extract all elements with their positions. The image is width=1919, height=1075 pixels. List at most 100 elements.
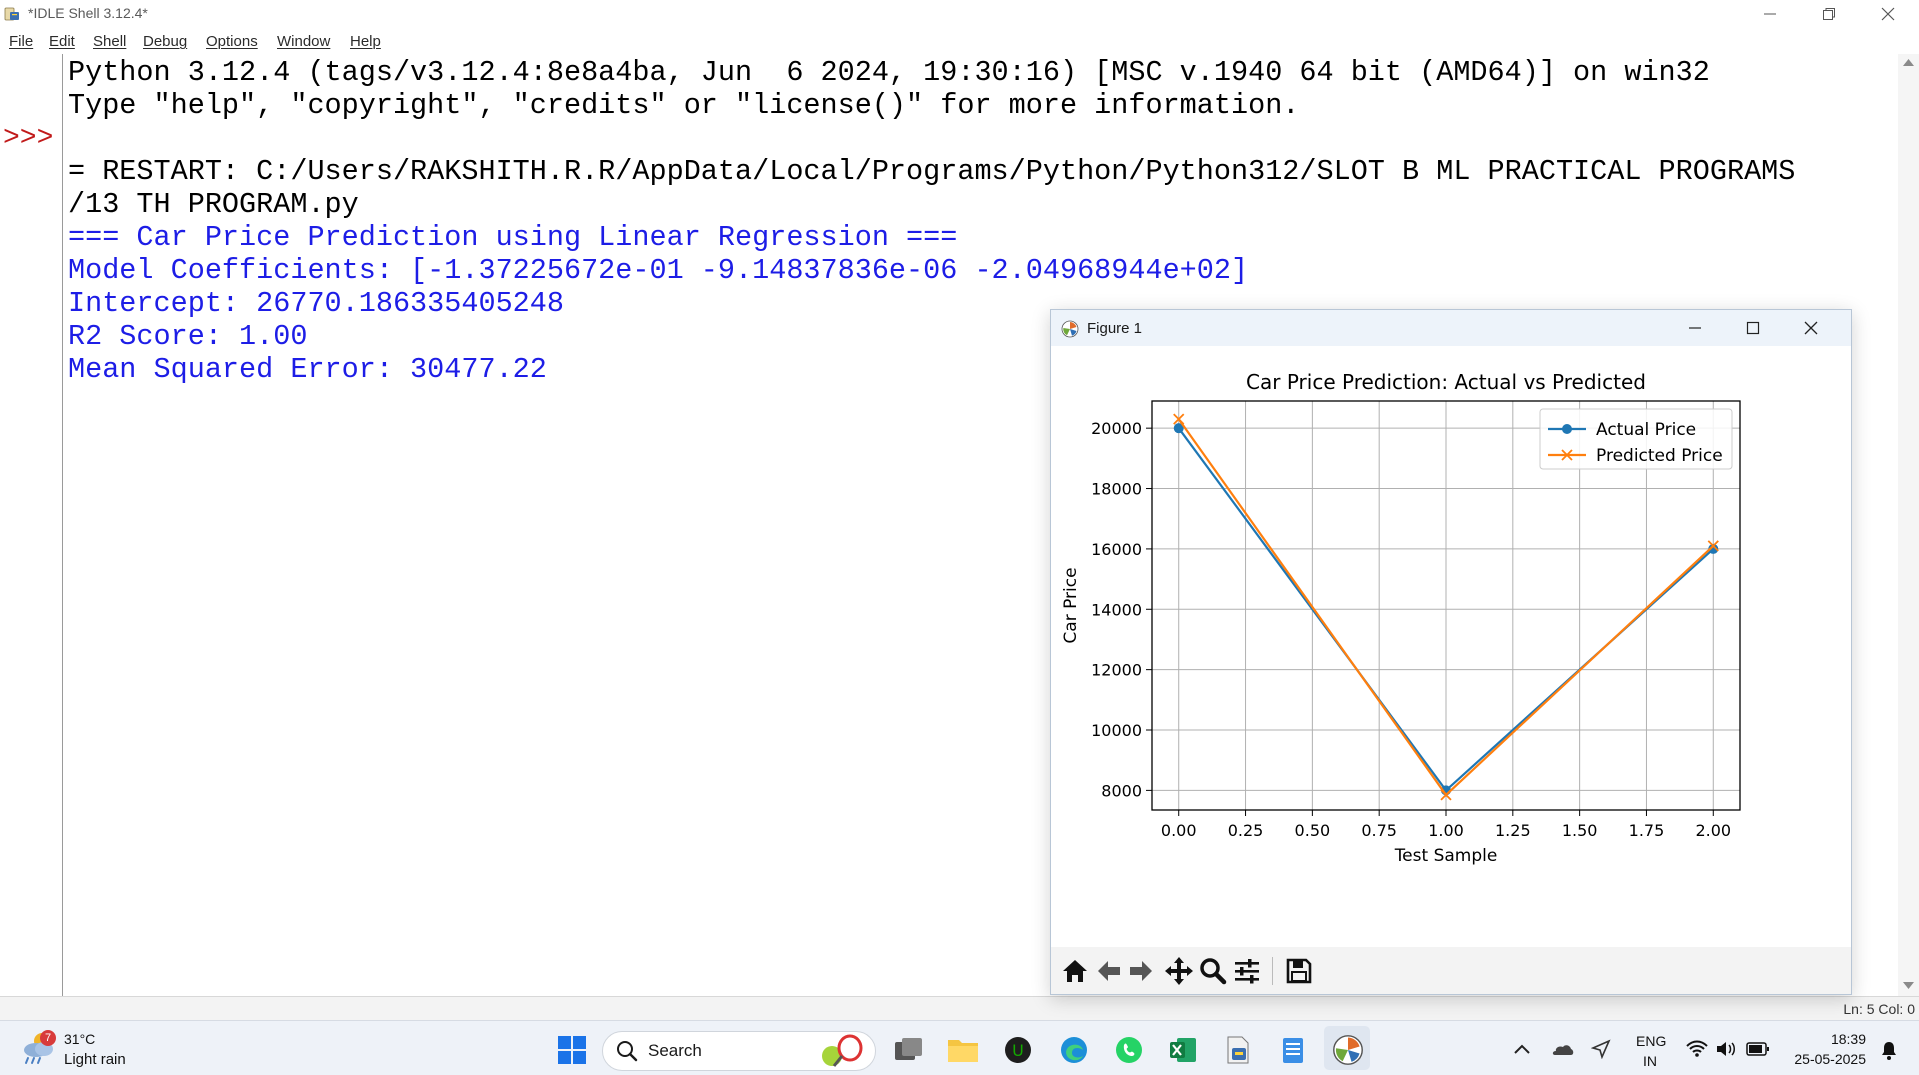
y-tick-label: 10000	[1091, 721, 1142, 740]
figure-maximize-button[interactable]	[1724, 310, 1782, 346]
configure-icon	[1235, 959, 1259, 984]
matplotlib-figure-button[interactable]	[1331, 1033, 1365, 1067]
menubar: File Edit Shell Debug Options Window Hel…	[0, 29, 1919, 53]
language-indicator[interactable]: ENG	[1636, 1033, 1666, 1049]
legend-swatch-marker	[1562, 424, 1572, 434]
x-tick-label: 0.75	[1361, 821, 1397, 840]
wifi-icon[interactable]	[1686, 1040, 1708, 1058]
menu-edit[interactable]: Edit	[49, 33, 75, 50]
forward-button[interactable]	[1125, 955, 1157, 987]
matplotlib-icon	[1333, 1035, 1363, 1065]
close-icon	[1804, 321, 1818, 335]
excel-icon	[1170, 1038, 1196, 1062]
notification-bell-icon[interactable]	[1878, 1039, 1900, 1061]
restore-button[interactable]	[1800, 0, 1858, 28]
menu-shell[interactable]: Shell	[93, 33, 126, 50]
excel-button[interactable]	[1166, 1033, 1200, 1067]
onedrive-icon[interactable]	[1550, 1040, 1574, 1056]
shell-output-line: Intercept: 26770.186335405248	[68, 287, 564, 320]
x-tick-label: 2.00	[1695, 821, 1731, 840]
x-tick-label: 1.50	[1562, 821, 1598, 840]
back-button[interactable]	[1093, 955, 1125, 987]
close-icon	[1881, 7, 1895, 21]
y-tick-label: 8000	[1101, 781, 1142, 800]
whatsapp-icon	[1116, 1037, 1142, 1063]
vertical-scrollbar[interactable]	[1898, 54, 1919, 996]
forward-arrow-icon	[1130, 961, 1152, 981]
keyboard-layout-indicator[interactable]: IN	[1643, 1053, 1657, 1069]
minimize-icon	[1764, 13, 1776, 15]
x-axis-label: Test Sample	[1394, 846, 1498, 866]
python-file-icon	[1227, 1036, 1249, 1064]
chevron-up-icon[interactable]	[1514, 1043, 1530, 1055]
task-view-button[interactable]	[892, 1033, 926, 1067]
shell-banner-line: Type "help", "copyright", "credits" or "…	[68, 89, 1300, 122]
x-tick-label: 0.25	[1228, 821, 1264, 840]
cursor-position: Ln: 5 Col: 0	[1843, 1001, 1915, 1017]
x-tick-label: 0.50	[1295, 821, 1331, 840]
x-tick-label: 1.00	[1428, 821, 1464, 840]
location-icon[interactable]	[1591, 1039, 1611, 1059]
svg-text:U: U	[1012, 1041, 1024, 1060]
python-file-button[interactable]	[1221, 1033, 1255, 1067]
volume-icon[interactable]	[1716, 1040, 1736, 1058]
battery-icon[interactable]	[1746, 1042, 1770, 1056]
folder-icon	[948, 1040, 978, 1062]
whatsapp-button[interactable]	[1112, 1033, 1146, 1067]
taskbar-date[interactable]: 25-05-2025	[1782, 1051, 1866, 1067]
home-button[interactable]	[1059, 955, 1091, 987]
restore-icon	[1823, 8, 1835, 20]
zoom-icon	[1200, 958, 1227, 985]
menu-debug[interactable]: Debug	[143, 33, 187, 50]
edge-icon	[1061, 1037, 1087, 1063]
save-button[interactable]	[1283, 955, 1315, 987]
python-icon	[4, 7, 19, 21]
edge-browser-button[interactable]	[1057, 1033, 1091, 1067]
window-title: *IDLE Shell 3.12.4*	[28, 5, 148, 21]
shell-output-line: === Car Price Prediction using Linear Re…	[68, 221, 958, 254]
menu-help[interactable]: Help	[350, 33, 381, 50]
maximize-icon	[1746, 321, 1760, 335]
zoom-button[interactable]	[1197, 955, 1229, 987]
y-tick-label: 18000	[1091, 480, 1142, 499]
figure-close-button[interactable]	[1782, 310, 1840, 346]
figure-minimize-button[interactable]	[1666, 310, 1724, 346]
notepad-icon	[1283, 1038, 1303, 1063]
home-icon	[1063, 960, 1087, 982]
shell-output-line: Model Coefficients: [-1.37225672e-01 -9.…	[68, 254, 1249, 287]
toolbar-separator	[1272, 957, 1273, 985]
close-button[interactable]	[1859, 0, 1917, 28]
notepad-button[interactable]	[1276, 1033, 1310, 1067]
chart-canvas: 0.00 0.25 0.50 0.75 1.00 1.25 1.50 1.75 2.00 800…	[1061, 370, 1741, 866]
start-button[interactable]	[555, 1033, 589, 1067]
scroll-down-icon[interactable]	[1903, 982, 1914, 990]
search-label: Search	[648, 1041, 702, 1060]
taskbar-time[interactable]: 18:39	[1802, 1031, 1866, 1047]
x-tick-label: 1.75	[1629, 821, 1665, 840]
weather-temperature: 31°C	[64, 1031, 96, 1047]
menu-window[interactable]: Window	[277, 33, 330, 50]
pan-button[interactable]	[1163, 955, 1195, 987]
shell-banner-line: Python 3.12.4 (tags/v3.12.4:8e8a4ba, Jun…	[68, 56, 1710, 89]
save-icon	[1286, 958, 1312, 984]
y-tick-label: 12000	[1091, 661, 1142, 680]
menu-file[interactable]: File	[9, 33, 33, 50]
weather-widget[interactable]: 7	[18, 1030, 58, 1071]
y-tick-label: 16000	[1091, 540, 1142, 559]
figure-titlebar: Figure 1	[1051, 310, 1851, 346]
y-tick-label: 20000	[1091, 419, 1142, 438]
figure-toolbar	[1051, 947, 1851, 994]
file-explorer-button[interactable]	[946, 1033, 980, 1067]
figure-title: Figure 1	[1087, 320, 1143, 337]
menu-options[interactable]: Options	[206, 33, 258, 50]
minimize-button[interactable]	[1741, 0, 1799, 28]
shell-restart-line: /13 TH PROGRAM.py	[68, 188, 359, 221]
back-arrow-icon	[1098, 961, 1120, 981]
weather-badge: 7	[40, 1030, 56, 1046]
scroll-up-icon[interactable]	[1903, 58, 1914, 66]
search-icon	[617, 1041, 638, 1062]
matplotlib-icon	[1061, 320, 1079, 338]
configure-button[interactable]	[1231, 955, 1263, 987]
status-bar: Ln: 5 Col: 0	[0, 996, 1919, 1021]
upwork-app-button[interactable]: U	[1001, 1033, 1035, 1067]
